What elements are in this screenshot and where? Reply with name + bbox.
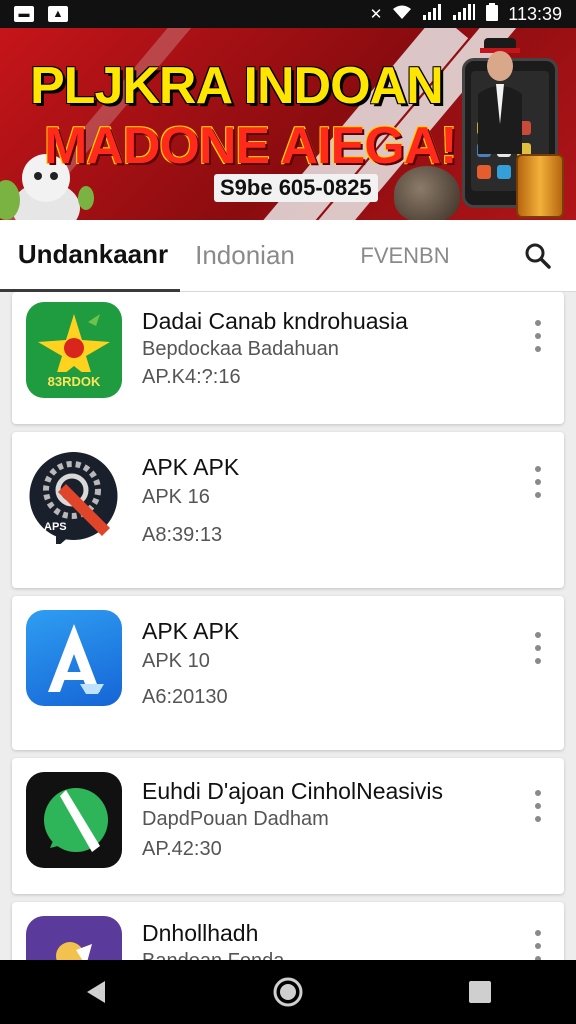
banner-subheadline: MADONE AIEGA! — [44, 117, 458, 175]
status-bar: ▬ ▲ ✕ 113:39 — [0, 0, 576, 28]
app-name: Dnhollhadh — [142, 920, 259, 946]
home-icon — [273, 977, 303, 1007]
more-options-button[interactable] — [526, 628, 550, 668]
image-icon: ▲ — [48, 6, 68, 22]
shoe-image — [394, 166, 460, 220]
svg-text:APS: APS — [44, 521, 67, 533]
search-icon — [525, 243, 551, 269]
signal-icon — [452, 4, 476, 24]
chat-app-icon — [26, 772, 122, 868]
home-button[interactable] — [258, 962, 318, 1022]
app-meta: A6:20130 — [142, 686, 228, 708]
banner-headline: PLJKRA INDOAN — [30, 57, 444, 115]
star-app-icon: 83RDOK — [26, 302, 122, 398]
recents-icon — [469, 981, 491, 1003]
app-meta: AP.K4:?:16 — [142, 366, 241, 388]
svg-text:83RDOK: 83RDOK — [48, 374, 101, 389]
more-options-button[interactable] — [526, 926, 550, 960]
app-list: 83RDOK Dadai Canab kndrohuasia Bepdockaa… — [0, 292, 576, 960]
list-item[interactable]: Euhdi D'ajoan CinholNeasivis DapdPouan D… — [12, 758, 564, 894]
system-nav-bar — [0, 960, 576, 1024]
list-item[interactable]: APK APK APK 10 A6:20130 — [12, 596, 564, 750]
app-meta: A8:39:13 — [142, 524, 223, 546]
beverage-can-image — [516, 154, 564, 218]
notification-icon: ▬ — [14, 6, 34, 22]
banner-phone-number: S9be 605-0825 — [214, 174, 378, 202]
app-developer: DapdPouan Dadham — [142, 808, 329, 830]
wifi-icon — [392, 4, 412, 24]
tab-fvenbn[interactable]: FVENBN — [310, 220, 500, 292]
list-item[interactable]: APS APK APK APK 16 A8:39:13 — [12, 432, 564, 588]
purple-app-icon — [26, 916, 122, 960]
list-item[interactable]: Dnhollhadh Bandoan Fonda — [12, 902, 564, 960]
back-icon — [87, 981, 105, 1003]
app-developer: Bandoan Fonda — [142, 950, 284, 960]
list-item[interactable]: 83RDOK Dadai Canab kndrohuasia Bepdockaa… — [12, 292, 564, 424]
app-developer: APK 16 — [142, 486, 210, 508]
promo-banner[interactable]: PLJKRA INDOAN MADONE AIEGA! S9be 605-082… — [0, 28, 576, 220]
more-options-button[interactable] — [526, 462, 550, 502]
more-options-button[interactable] — [526, 316, 550, 356]
person-image — [478, 38, 522, 154]
recents-button[interactable] — [450, 962, 510, 1022]
tab-undankaanr[interactable]: Undankaanr — [0, 220, 180, 292]
app-name: APK APK — [142, 618, 240, 644]
status-time: 113:39 — [508, 3, 562, 24]
app-meta: AP.42:30 — [142, 838, 222, 860]
more-options-button[interactable] — [526, 786, 550, 826]
app-name: Euhdi D'ajoan CinholNeasivis — [142, 778, 443, 804]
app-developer: Bepdockaa Badahuan — [142, 338, 339, 360]
tab-bar: Undankaanr Indonian FVENBN — [0, 220, 576, 292]
tab-indonian[interactable]: Indonian — [180, 220, 310, 292]
app-developer: APK 10 — [142, 650, 210, 672]
signal-icon — [422, 4, 442, 24]
apk-tool-icon: APS — [26, 448, 122, 544]
bluetooth-icon: ✕ — [369, 6, 383, 23]
app-store-icon — [26, 610, 122, 706]
app-name: Dadai Canab kndrohuasia — [142, 308, 408, 334]
app-name: APK APK — [142, 454, 240, 480]
battery-icon — [486, 3, 499, 25]
back-button[interactable] — [66, 962, 126, 1022]
search-button[interactable] — [500, 220, 576, 292]
